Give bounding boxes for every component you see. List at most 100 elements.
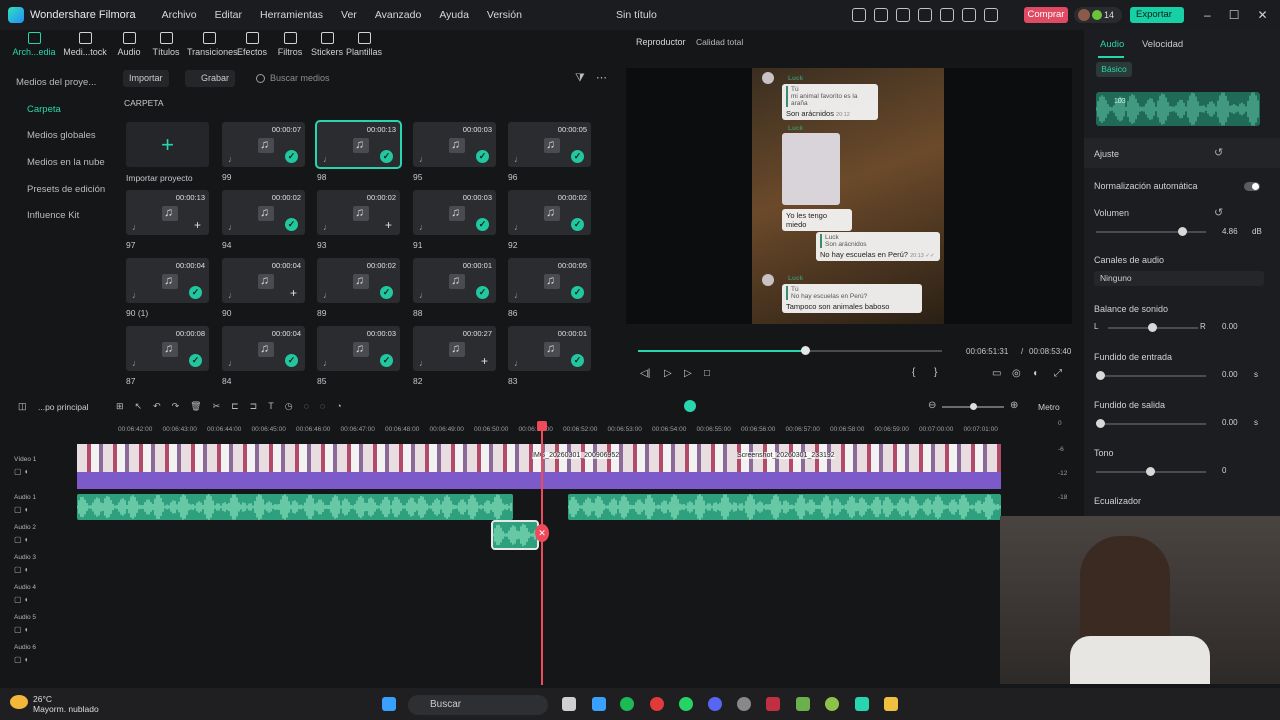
fade-out-slider[interactable] bbox=[1096, 419, 1206, 428]
record-dropdown[interactable]: Grabar bbox=[185, 70, 236, 87]
opera-icon[interactable] bbox=[650, 697, 664, 711]
image-icon[interactable] bbox=[896, 8, 910, 22]
playhead[interactable] bbox=[537, 421, 547, 685]
windows-start-icon[interactable] bbox=[382, 697, 396, 711]
tool-titles[interactable]: Títulos bbox=[144, 32, 188, 57]
sidebar-item-influence-kit[interactable]: Influence Kit bbox=[27, 210, 79, 221]
whatsapp-icon[interactable] bbox=[679, 697, 693, 711]
menu-version[interactable]: Versión bbox=[487, 9, 522, 21]
media-tile[interactable]: 00:00:04 ♩ ✓ bbox=[222, 326, 305, 371]
preview-scrubber[interactable]: 00:06:51:31 / 00:08:53:40 bbox=[636, 345, 1071, 357]
tool-stock[interactable]: Medi...tock bbox=[63, 32, 107, 57]
filmora-taskbar-icon[interactable] bbox=[855, 697, 869, 711]
media-tile[interactable]: 00:00:04 ♩ ✓ bbox=[126, 258, 209, 303]
menu-archivo[interactable]: Archivo bbox=[162, 9, 197, 21]
media-tile[interactable]: 00:00:01 ♩ ✓ bbox=[413, 258, 496, 303]
export-button[interactable]: Exportar bbox=[1130, 7, 1184, 23]
audio-channels-select[interactable]: Ninguno bbox=[1094, 271, 1264, 286]
add-icon[interactable]: + bbox=[481, 354, 488, 368]
volume-handle[interactable] bbox=[1177, 227, 1187, 236]
volume-icon[interactable]: ◖ bbox=[1032, 368, 1038, 379]
edit-tools-icons[interactable]: ⊞↖↶↷🗑✂⊏⊐T◷◌◌◔ bbox=[116, 401, 353, 412]
app-icon[interactable] bbox=[766, 697, 780, 711]
media-tile[interactable]: 00:00:03 ♩ ✓ bbox=[413, 122, 496, 167]
spotify-icon[interactable] bbox=[620, 697, 634, 711]
tab-speed[interactable]: Velocidad bbox=[1142, 39, 1183, 50]
menu-ayuda[interactable]: Ayuda bbox=[439, 9, 469, 21]
media-tile[interactable]: 00:00:27 ♩ + bbox=[413, 326, 496, 371]
player-tab[interactable]: Reproductor bbox=[636, 37, 686, 47]
track-controls-icon[interactable]: ▢ ◖ bbox=[14, 565, 29, 574]
volume-slider[interactable] bbox=[1096, 227, 1206, 236]
basic-tab[interactable]: Básico bbox=[1096, 62, 1132, 77]
audio-clip-selected[interactable] bbox=[491, 520, 539, 550]
fade-in-handle[interactable] bbox=[1096, 371, 1105, 380]
menu-avanzado[interactable]: Avanzado bbox=[375, 9, 422, 21]
media-tile[interactable]: 00:00:03 ♩ ✓ bbox=[317, 326, 400, 371]
file-explorer-icon[interactable] bbox=[562, 697, 576, 711]
media-tile[interactable]: 00:00:13 ♩ + bbox=[126, 190, 209, 235]
filter-icon[interactable]: ⧩ bbox=[575, 72, 585, 85]
cloud-icon[interactable] bbox=[940, 8, 954, 22]
taskbar-search[interactable]: Buscar bbox=[408, 695, 548, 715]
media-tile[interactable]: 00:00:02 ♩ ✓ bbox=[222, 190, 305, 235]
media-tile[interactable]: 00:00:13 ♩ ✓ bbox=[315, 120, 402, 169]
buy-button[interactable]: Comprar bbox=[1024, 7, 1068, 23]
quality-dropdown[interactable]: Calidad total bbox=[696, 37, 743, 47]
mark-out-icon[interactable]: } bbox=[934, 367, 937, 378]
tool-media[interactable]: Arch...edia bbox=[12, 32, 56, 57]
more-icon[interactable]: ⋯ bbox=[596, 71, 607, 84]
add-icon[interactable]: + bbox=[290, 286, 297, 300]
tab-audio[interactable]: Audio bbox=[1100, 39, 1124, 50]
media-tile[interactable]: 00:00:02 ♩ ✓ bbox=[317, 258, 400, 303]
auto-normalization-toggle[interactable] bbox=[1244, 182, 1260, 191]
send-icon[interactable] bbox=[874, 8, 888, 22]
volume-reset-icon[interactable]: ↺ bbox=[1214, 206, 1223, 219]
calculator-icon[interactable] bbox=[592, 697, 606, 711]
tone-handle[interactable] bbox=[1146, 467, 1155, 476]
menu-herramientas[interactable]: Herramientas bbox=[260, 9, 323, 21]
sidebar-item-cloud-media[interactable]: Medios en la nube bbox=[27, 157, 105, 168]
balance-value[interactable]: 0.00 bbox=[1222, 322, 1238, 331]
media-tile[interactable]: 00:00:02 ♩ ✓ bbox=[508, 190, 591, 235]
display-icon[interactable]: ▭ bbox=[992, 368, 1001, 379]
track-controls-icon[interactable]: ▢ ◖ bbox=[14, 467, 29, 476]
track-controls-icon[interactable]: ▢ ◖ bbox=[14, 595, 29, 604]
scrub-handle[interactable] bbox=[801, 346, 811, 355]
track-controls-icon[interactable]: ▢ ◖ bbox=[14, 625, 29, 634]
zoom-in-icon[interactable]: ⊕ bbox=[1010, 400, 1018, 411]
fade-out-value[interactable]: 0.00 bbox=[1222, 418, 1238, 427]
import-dropdown[interactable]: Importar bbox=[123, 70, 169, 87]
folder-taskbar-icon[interactable] bbox=[884, 697, 898, 711]
media-tile[interactable]: 00:00:02 ♩ + bbox=[317, 190, 400, 235]
track-controls-icon[interactable]: ▢ ◖ bbox=[14, 505, 29, 514]
maximize-icon[interactable]: ☐ bbox=[1229, 8, 1240, 22]
minimize-icon[interactable]: – bbox=[1204, 8, 1211, 22]
tone-value[interactable]: 0 bbox=[1222, 466, 1226, 475]
balance-handle[interactable] bbox=[1148, 323, 1157, 332]
track-controls-icon[interactable]: ▢ ◖ bbox=[14, 535, 29, 544]
sequence-dropdown[interactable]: ...po principal bbox=[38, 402, 89, 412]
next-frame-icon[interactable]: ▷ bbox=[684, 368, 692, 379]
discord-icon[interactable] bbox=[708, 697, 722, 711]
gift-icon[interactable] bbox=[852, 8, 866, 22]
sidebar-item-project-media[interactable]: Medios del proye... bbox=[16, 77, 96, 88]
volume-value[interactable]: 4.86 bbox=[1222, 227, 1238, 236]
tone-slider[interactable] bbox=[1096, 467, 1206, 476]
ai-tool-icon[interactable] bbox=[684, 400, 696, 412]
media-tile[interactable]: 00:00:05 ♩ ✓ bbox=[508, 122, 591, 167]
play-icon[interactable]: ▷ bbox=[664, 368, 672, 379]
tool-templates[interactable]: Plantillas bbox=[342, 32, 386, 57]
media-tile[interactable]: 00:00:01 ♩ ✓ bbox=[508, 326, 591, 371]
sidebar-item-folder[interactable]: Carpeta bbox=[27, 104, 61, 115]
fade-out-handle[interactable] bbox=[1096, 419, 1105, 428]
menu-editar[interactable]: Editar bbox=[215, 9, 242, 21]
media-tile[interactable]: 00:00:05 ♩ ✓ bbox=[508, 258, 591, 303]
menu-ver[interactable]: Ver bbox=[341, 9, 357, 21]
reset-icon[interactable]: ↺ bbox=[1214, 146, 1223, 159]
close-icon[interactable]: ✕ bbox=[1257, 8, 1267, 22]
grid-icon[interactable] bbox=[984, 8, 998, 22]
save-icon[interactable] bbox=[918, 8, 932, 22]
prev-frame-icon[interactable]: ◁| bbox=[640, 368, 650, 379]
settings-icon[interactable] bbox=[737, 697, 751, 711]
